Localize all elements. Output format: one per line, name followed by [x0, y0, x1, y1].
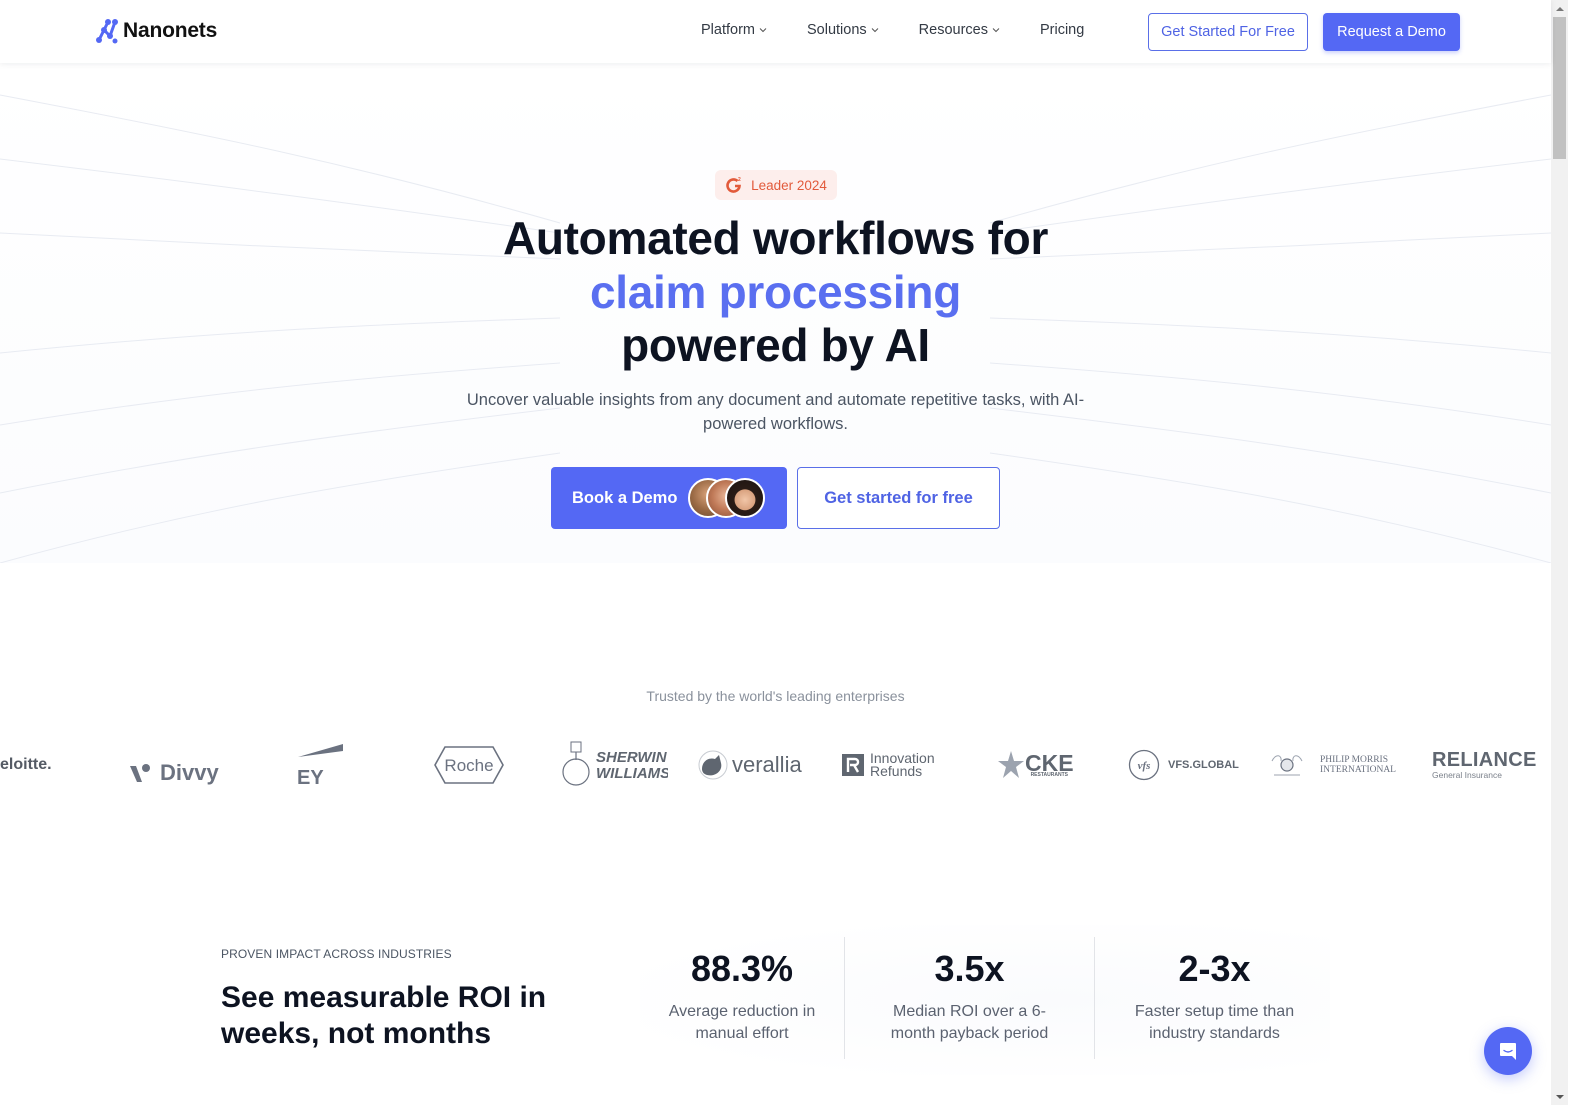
- stat-description: Faster setup time than industry standard…: [1134, 1003, 1295, 1042]
- ey-mark-icon: EY: [297, 744, 343, 786]
- nav-solutions[interactable]: Solutions: [807, 22, 879, 38]
- stat-item: 88.3% Average reduction in manual effort: [640, 937, 844, 1059]
- hero-title: Automated workflows for claim processing…: [0, 212, 1551, 373]
- get-started-free-button[interactable]: Get Started For Free: [1148, 13, 1308, 51]
- chevron-down-icon: [871, 28, 879, 33]
- scrollbar-thumb[interactable]: [1553, 17, 1566, 159]
- nav-resources-label: Resources: [918, 22, 988, 38]
- arrow-up-icon: [1555, 6, 1564, 11]
- stat-item: 2-3x Faster setup time than industry sta…: [1094, 937, 1334, 1059]
- logo-cke: CKE RESTAURANTS: [997, 730, 1074, 800]
- page-scrollbar[interactable]: [1551, 0, 1568, 1105]
- nanonets-logo[interactable]: Nanonets: [94, 17, 217, 45]
- logo-deloitte: eloitte.: [0, 730, 52, 800]
- svg-text:vfs: vfs: [1138, 760, 1151, 772]
- stat-description: Average reduction in manual effort: [668, 1003, 816, 1042]
- nav-pricing-label: Pricing: [1039, 22, 1085, 38]
- nanonets-logo-icon: [96, 19, 118, 44]
- team-avatars: [688, 478, 768, 518]
- logo-innovation-refunds: Innovation Refunds: [842, 730, 935, 800]
- request-demo-button[interactable]: Request a Demo: [1323, 13, 1460, 51]
- pmi-line1: PHILIP MORRIS: [1320, 755, 1389, 765]
- chevron-down-icon: [992, 28, 1000, 33]
- svg-text:2: 2: [738, 177, 741, 183]
- stats-panel: 88.3% Average reduction in manual effort…: [640, 925, 1330, 1075]
- avatar: [725, 478, 765, 518]
- nav-platform[interactable]: Platform: [701, 22, 767, 38]
- logo-roche: Roche: [433, 730, 505, 800]
- chevron-down-icon: [759, 28, 767, 33]
- ey-text: EY: [297, 767, 324, 786]
- stat-item: 3.5x Median ROI over a 6-month payback p…: [844, 937, 1094, 1059]
- hero-title-line3: powered by AI: [621, 319, 930, 371]
- pmi-crest-icon: [1271, 755, 1303, 776]
- window-edge: [1568, 0, 1584, 1105]
- innov-line2: Refunds: [870, 763, 923, 779]
- cke-star-icon: [998, 751, 1024, 778]
- pmi-line2: INTERNATIONAL: [1320, 765, 1396, 775]
- reliance-sub: General Insurance: [1432, 770, 1502, 780]
- logo-innovation-refunds-text: Innovation Refunds: [870, 751, 935, 779]
- logo-divvy: Divvy: [128, 738, 219, 800]
- stats-eyebrow: PROVEN IMPACT ACROSS INDUSTRIES: [221, 947, 452, 961]
- customer-logos: eloitte. Divvy EY Roche SHERWIN WILLIAMS…: [0, 730, 1551, 800]
- svg-text:SHERWIN: SHERWIN: [596, 749, 668, 766]
- roche-hexagon-icon: Roche: [434, 746, 504, 784]
- g2-icon: 2: [726, 177, 741, 193]
- logo-sherwin-williams: SHERWIN WILLIAMS.: [560, 730, 668, 800]
- scroll-up-button[interactable]: [1551, 0, 1568, 17]
- logo-text: Nanonets: [123, 19, 218, 42]
- logo-cke-text: CKE RESTAURANTS: [1025, 749, 1074, 778]
- logo-verallia-text: verallia: [732, 752, 802, 777]
- divvy-mark-icon: [130, 764, 150, 782]
- chat-launcher-button[interactable]: [1484, 1027, 1532, 1075]
- reliance-text: RELIANCE: [1432, 749, 1537, 771]
- trusted-label: Trusted by the world's leading enterpris…: [646, 688, 905, 704]
- logo-philip-morris: PHILIP MORRIS INTERNATIONAL: [1268, 730, 1396, 800]
- svg-text:WILLIAMS.: WILLIAMS.: [596, 765, 668, 782]
- arrow-down-icon: [1555, 1094, 1564, 1099]
- get-started-hero-button[interactable]: Get started for free: [797, 467, 1000, 529]
- main-nav: Platform Solutions Resources Pricing: [701, 22, 1124, 38]
- verallia-mark-icon: [698, 750, 728, 780]
- badge-label: Leader 2024: [751, 177, 827, 193]
- g2-leader-badge: 2 Leader 2024: [715, 170, 837, 200]
- vfs-text: VFS.GLOBAL: [1168, 759, 1239, 771]
- stats-heading: See measurable ROI in weeks, not months: [221, 981, 547, 1050]
- stat-value: 88.3%: [690, 948, 794, 989]
- book-demo-label: Book a Demo: [572, 488, 678, 507]
- nav-pricing[interactable]: Pricing: [1040, 22, 1084, 38]
- stat-description: Median ROI over a 6-month payback period: [890, 1003, 1049, 1042]
- nav-resources[interactable]: Resources: [919, 22, 1000, 38]
- chat-icon: [1500, 1043, 1516, 1060]
- hero-title-line1: Automated workflows for: [502, 212, 1049, 264]
- vfs-circle-icon: vfs: [1128, 749, 1160, 781]
- cke-text: CKE: [1025, 749, 1074, 776]
- pmi-text: PHILIP MORRIS INTERNATIONAL: [1320, 755, 1396, 775]
- logo-divvy-text: Divvy: [160, 760, 219, 785]
- cke-sub: RESTAURANTS: [1030, 771, 1068, 778]
- nav-solutions-label: Solutions: [807, 22, 867, 38]
- hero-title-accent: claim processing: [589, 265, 962, 318]
- site-header: Nanonets Platform Solutions Resources Pr…: [0, 0, 1551, 63]
- logo-verallia: verallia: [697, 730, 802, 800]
- stat-value: 3.5x: [934, 948, 1005, 989]
- sherwin-williams-logo-icon: SHERWIN WILLIAMS.: [562, 741, 668, 786]
- logo-ey: EY: [297, 730, 345, 800]
- logo-vfs-global: vfs VFS.GLOBAL: [1128, 730, 1239, 800]
- nav-platform-label: Platform: [701, 22, 755, 38]
- book-demo-button[interactable]: Book a Demo: [551, 467, 787, 529]
- stat-value: 2-3x: [1178, 948, 1251, 989]
- innovation-refunds-mark-icon: [842, 754, 864, 776]
- hero-subtitle: Uncover valuable insights from any docum…: [466, 391, 1085, 433]
- scroll-down-button[interactable]: [1551, 1088, 1568, 1105]
- logo-reliance: RELIANCE General Insurance: [1432, 730, 1537, 800]
- logo-deloitte-text: eloitte.: [0, 756, 52, 773]
- svg-text:Roche: Roche: [444, 756, 493, 775]
